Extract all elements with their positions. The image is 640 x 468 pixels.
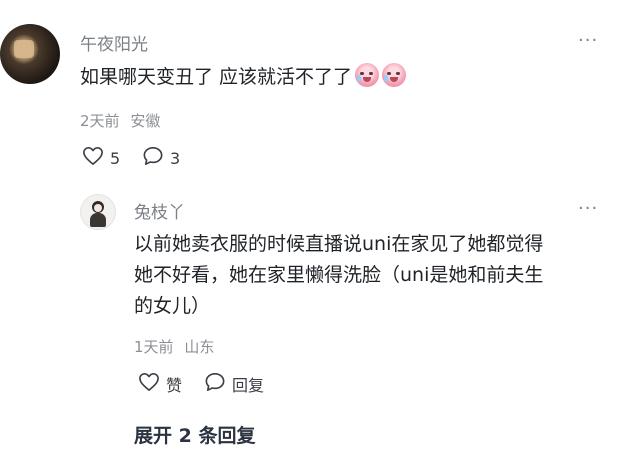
more-options-button[interactable]: ··· — [578, 30, 598, 51]
crying-face-emoji-icon — [382, 63, 407, 87]
comment-bubble-icon — [204, 372, 226, 396]
reply-count-button[interactable]: 3 — [142, 146, 180, 170]
reply-location: 山东 — [184, 338, 215, 356]
reply-text-line: 以前她卖衣服的时候直播说uni在家见了她都觉得 — [134, 233, 544, 255]
crying-face-emoji-icon — [355, 63, 380, 87]
reply-avatar[interactable] — [80, 194, 116, 230]
like-button[interactable]: 5 — [82, 146, 120, 170]
like-label: 赞 — [166, 376, 183, 395]
comment-meta: 2天前 安徽 — [80, 110, 160, 131]
comment-text: 如果哪天变丑了 应该就活不了了 — [80, 62, 407, 92]
heart-icon — [138, 372, 160, 396]
reply-like-button[interactable]: 赞 — [138, 372, 182, 396]
comment-location: 安徽 — [130, 112, 161, 130]
comment-time: 2天前 — [80, 112, 120, 130]
comment-bubble-icon — [142, 146, 164, 170]
reply-meta: 1天前 山东 — [134, 336, 214, 357]
avatar[interactable] — [0, 24, 60, 84]
reply-time: 1天前 — [134, 338, 174, 356]
reply-text-line: 的女儿） — [134, 295, 211, 317]
reply-label: 回复 — [232, 376, 265, 395]
expand-replies-button[interactable]: 展开 2 条回复 — [134, 421, 255, 448]
reply-count: 3 — [170, 148, 181, 168]
reply-more-options-button[interactable]: ··· — [578, 198, 598, 219]
comment-text-body: 如果哪天变丑了 应该就活不了了 — [80, 66, 353, 88]
reply-text-line: 她不好看，她在家里懒得洗脸（uni是她和前夫生 — [134, 264, 544, 286]
username[interactable]: 午夜阳光 — [80, 30, 148, 55]
like-count: 5 — [110, 148, 121, 168]
reply-username[interactable]: 兔枝丫 — [134, 198, 185, 223]
heart-icon — [82, 146, 104, 170]
reply-button[interactable]: 回复 — [204, 372, 264, 396]
